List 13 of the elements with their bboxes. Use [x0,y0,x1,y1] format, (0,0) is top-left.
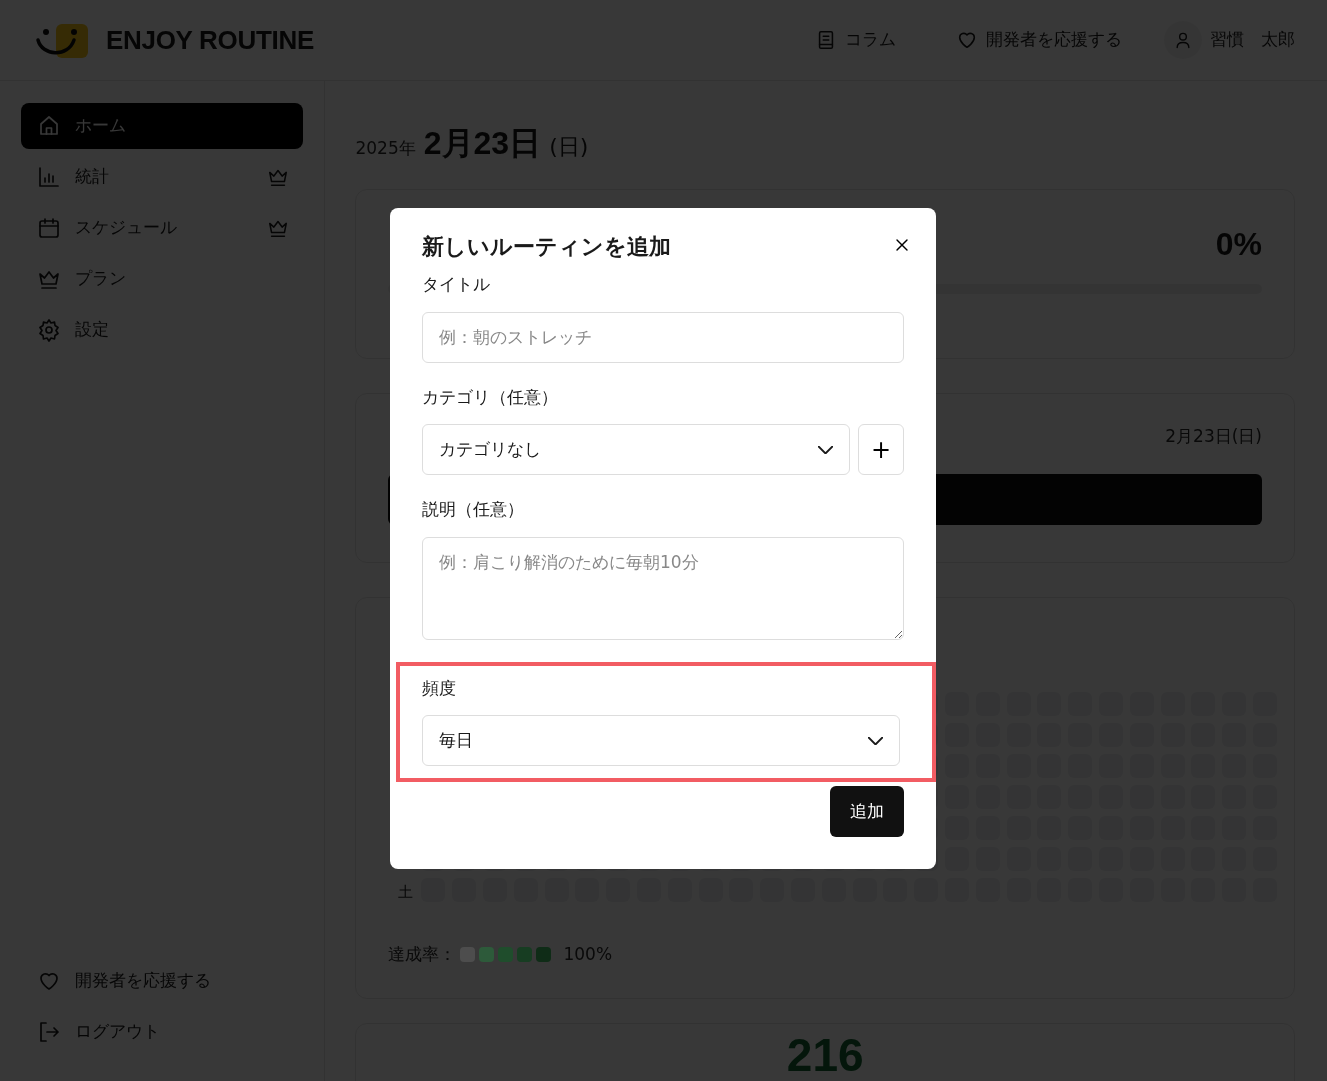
field-label: 頻度 [422,676,457,700]
field-label: カテゴリ（任意） [422,385,559,409]
chevron-down-icon [818,445,833,454]
add-category-button[interactable]: + [858,424,904,476]
title-input-field[interactable]: 例：朝のストレッチ [422,311,904,363]
select-dropdown[interactable]: 毎日 [422,715,900,767]
field-label: 説明（任意） [422,498,525,522]
select-dropdown[interactable]: カテゴリなし [422,424,850,476]
chevron-down-icon [868,736,883,745]
add-button[interactable]: 追加 [830,786,904,838]
modal-title: 新しいルーティンを追加 [422,234,671,261]
description-field[interactable]: 例：肩こり解消のために毎朝10分 [422,536,904,640]
field-label: タイトル [422,273,491,297]
